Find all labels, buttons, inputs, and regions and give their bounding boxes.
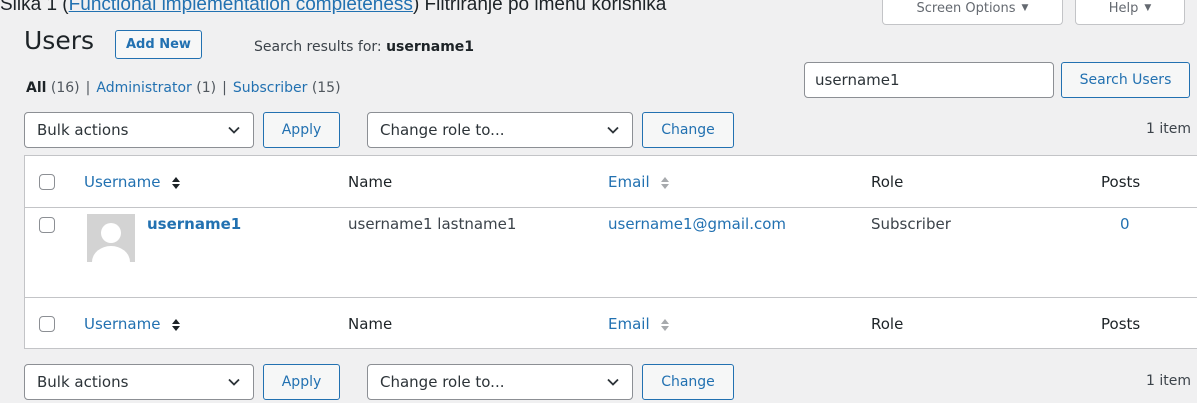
column-posts: Posts [1101,173,1141,191]
row-checkbox[interactable] [39,217,55,233]
name-cell: username1 lastname1 [348,215,517,233]
caption-link[interactable]: Functional implementation completeness [69,0,413,15]
column-email[interactable]: Email [608,173,670,191]
chevron-down-icon [228,378,240,386]
role-cell: Subscriber [871,215,951,233]
posts-cell[interactable]: 0 [1120,215,1130,233]
apply-button[interactable]: Apply [263,112,340,148]
column-username-footer[interactable]: Username [84,315,181,333]
view-separator: | [85,80,91,96]
apply-button-bottom[interactable]: Apply [263,364,340,400]
table-header: Username Name Email Role Posts [25,156,1197,208]
select-all-checkbox-footer[interactable] [39,316,55,332]
column-email-footer[interactable]: Email [608,315,670,333]
search-users-button[interactable]: Search Users [1061,62,1190,98]
sort-icon [661,318,670,331]
search-query: username1 [386,39,475,55]
help-tab[interactable]: Help ▼ [1075,0,1185,25]
chevron-down-icon [228,126,240,134]
caret-down-icon: ▼ [1021,3,1029,13]
change-role-button[interactable]: Change [642,112,734,148]
change-role-select-bottom[interactable]: Change role to... [367,364,633,400]
users-table: Username Name Email Role Posts username1… [24,155,1197,349]
screen-options-tab[interactable]: Screen Options ▼ [882,0,1063,25]
sort-icon [661,176,670,189]
email-link[interactable]: username1@gmail.com [608,215,786,233]
column-role: Role [871,173,904,191]
change-role-select[interactable]: Change role to... [367,112,633,148]
item-count-bottom: 1 item [1146,373,1191,389]
column-name: Name [348,173,393,191]
column-username[interactable]: Username [84,173,181,191]
view-separator: | [222,80,227,96]
column-posts-footer: Posts [1101,315,1141,333]
view-subscriber[interactable]: Subscriber (15) [233,80,341,96]
add-new-button[interactable]: Add New [115,30,202,59]
bulk-actions-select-bottom[interactable]: Bulk actions [24,364,254,400]
role-filter-views: All (16) | Administrator (1) | Subscribe… [26,80,341,96]
sort-icon [172,176,181,189]
item-count: 1 item [1146,121,1191,137]
change-role-button-bottom[interactable]: Change [642,364,734,400]
chevron-down-icon [607,126,619,134]
user-silhouette-icon [92,223,130,262]
view-administrator[interactable]: Administrator (1) [96,80,216,96]
bulk-actions-select[interactable]: Bulk actions [24,112,254,148]
select-all-checkbox[interactable] [39,174,55,190]
search-results-subtitle: Search results for: username1 [254,39,475,55]
column-role-footer: Role [871,315,904,333]
view-all[interactable]: All (16) [26,80,80,96]
sort-icon [172,318,181,331]
caret-down-icon: ▼ [1144,3,1152,13]
username-link[interactable]: username1 [147,215,241,233]
page-title: Users [24,26,95,55]
chevron-down-icon [607,378,619,386]
avatar [87,214,135,262]
column-name-footer: Name [348,315,393,333]
figure-caption: Slika 1 (Functional implementation compl… [0,0,666,16]
table-row: username1 username1 lastname1 username1@… [25,208,1197,297]
table-footer: Username Name Email Role Posts [25,297,1197,349]
search-input[interactable] [804,62,1054,98]
